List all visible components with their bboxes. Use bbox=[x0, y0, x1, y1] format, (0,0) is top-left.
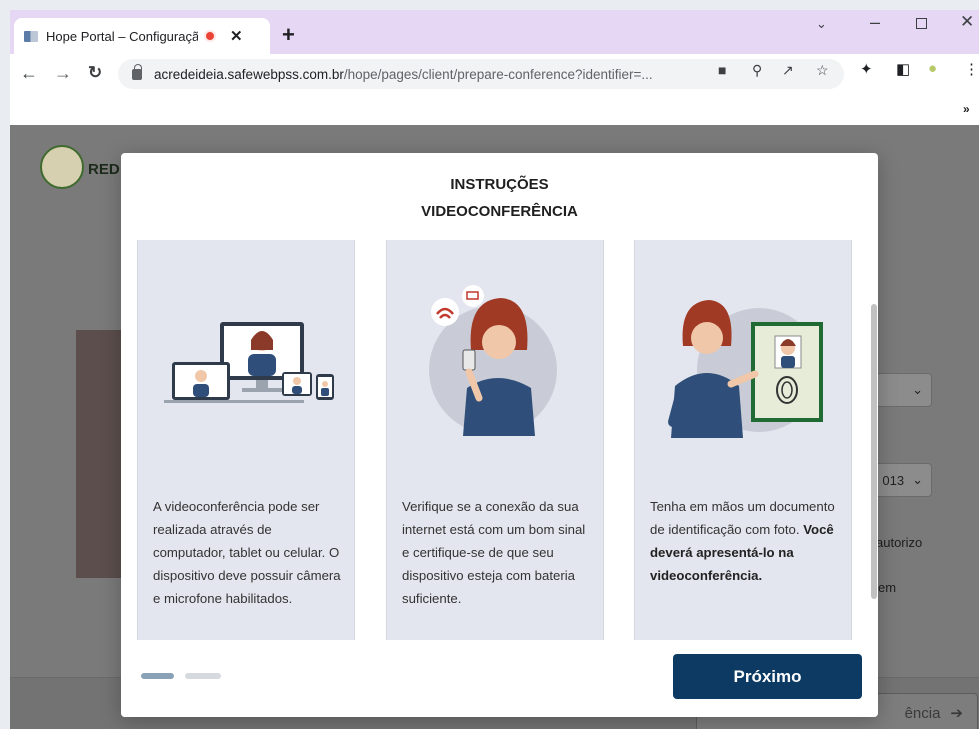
instruction-text: A videoconferência pode ser realizada at… bbox=[153, 499, 341, 606]
instructions-modal: INSTRUÇÕES VIDEOCONFERÊNCIA A videoconfe… bbox=[121, 153, 878, 717]
id-document-illustration-icon bbox=[668, 300, 823, 438]
scrollbar-thumb[interactable] bbox=[871, 304, 877, 599]
instructions-carousel: A videoconferência pode ser realizada at… bbox=[121, 240, 878, 640]
consent-text: autorizo bbox=[876, 535, 923, 550]
instruction-text: Tenha em mãos um documento de identifica… bbox=[650, 495, 840, 587]
url-domain: acredeideia.safewebpss.com.br bbox=[154, 66, 344, 82]
logo-icon bbox=[40, 145, 84, 189]
logo-text: RED bbox=[88, 161, 120, 178]
browser-toolbar: ← → ↻ acredeideia.safewebpss.com.br /hop… bbox=[10, 54, 979, 94]
devices-illustration-icon bbox=[164, 322, 334, 403]
browser-tab[interactable]: Hope Portal – Configuração ✕ bbox=[14, 18, 270, 54]
window-close-button[interactable]: ✕ bbox=[960, 12, 974, 32]
next-button[interactable]: Próximo bbox=[673, 654, 862, 699]
tab-search-chevron-icon[interactable]: ⌄ bbox=[816, 16, 827, 32]
site-favicon-icon bbox=[24, 30, 38, 42]
select-value: 013 bbox=[882, 472, 905, 488]
pagination-dot-active[interactable] bbox=[141, 673, 174, 679]
share-icon[interactable]: ↗ bbox=[782, 62, 794, 79]
modal-header: INSTRUÇÕES VIDEOCONFERÊNCIA bbox=[121, 153, 878, 240]
document-select[interactable]: 013 ⌄ bbox=[872, 463, 932, 497]
camera-icon[interactable]: ■ bbox=[718, 62, 726, 78]
maximize-button[interactable] bbox=[916, 18, 927, 29]
browser-window: Hope Portal – Configuração ✕ + ⌄ – ✕ ← →… bbox=[10, 10, 979, 729]
reload-icon[interactable]: ↻ bbox=[88, 63, 102, 83]
device-select[interactable]: ⌄ bbox=[872, 373, 932, 407]
bookmark-star-icon[interactable]: ☆ bbox=[816, 62, 829, 79]
address-bar[interactable]: acredeideia.safewebpss.com.br /hope/page… bbox=[118, 59, 844, 89]
tab-close-icon[interactable]: ✕ bbox=[230, 27, 243, 45]
instruction-text: Verifique se a conexão da sua internet e… bbox=[402, 499, 586, 606]
internet-connection-illustration-icon bbox=[429, 285, 557, 436]
tab-title: Hope Portal – Configuração bbox=[46, 28, 198, 44]
lock-icon[interactable] bbox=[132, 63, 142, 80]
url-path: /hope/pages/client/prepare-conference?id… bbox=[343, 66, 653, 82]
new-tab-button[interactable]: + bbox=[282, 24, 295, 46]
menu-kebab-icon[interactable]: ⋮ bbox=[964, 60, 979, 78]
chevron-down-icon: ⌄ bbox=[912, 382, 923, 397]
instruction-card: Tenha em mãos um documento de identifica… bbox=[634, 240, 852, 640]
modal-title: INSTRUÇÕES bbox=[450, 176, 549, 193]
instruction-card: Verifique se a conexão da sua internet e… bbox=[386, 240, 604, 640]
bookmarks-overflow-icon[interactable]: » bbox=[963, 102, 970, 116]
extension-badge-icon[interactable]: ● bbox=[928, 60, 937, 77]
consent-text-2: em bbox=[878, 580, 897, 595]
instruction-card: A videoconferência pode ser realizada at… bbox=[137, 240, 355, 640]
tab-strip: Hope Portal – Configuração ✕ + ⌄ – ✕ bbox=[10, 10, 979, 54]
extensions-puzzle-icon[interactable]: ✦ bbox=[860, 60, 873, 78]
side-panel-icon[interactable]: ◧ bbox=[896, 60, 910, 78]
chevron-down-icon: ⌄ bbox=[912, 472, 923, 487]
modal-subtitle: VIDEOCONFERÊNCIA bbox=[421, 203, 578, 220]
zoom-icon[interactable]: ⚲ bbox=[752, 62, 762, 79]
pagination-dot[interactable] bbox=[185, 673, 221, 679]
back-arrow-icon[interactable]: ← bbox=[20, 63, 38, 84]
minimize-button[interactable]: – bbox=[870, 12, 880, 33]
modal-footer: Próximo bbox=[121, 640, 878, 717]
forward-arrow-icon[interactable]: → bbox=[54, 63, 72, 84]
start-conference-label: ência bbox=[904, 704, 941, 722]
recording-indicator-icon bbox=[204, 30, 216, 42]
arrow-right-icon: ➔ bbox=[950, 705, 963, 722]
